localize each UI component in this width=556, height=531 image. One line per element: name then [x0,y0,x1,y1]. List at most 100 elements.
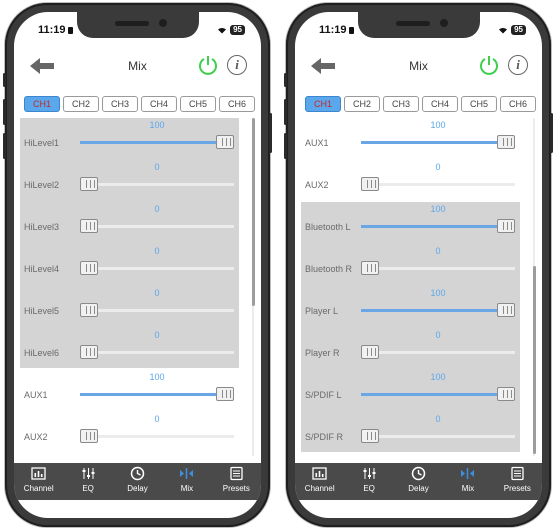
mute-switch [3,73,6,87]
status-time: 11:19 [38,24,73,36]
slider-thumb[interactable] [497,387,515,401]
tab-ch5[interactable]: CH5 [461,96,497,112]
level-value: 100 [149,120,165,130]
level-slider[interactable] [361,219,515,233]
nav-presets[interactable]: Presets [493,463,542,500]
nav-label: Channel [304,484,335,493]
input-label: HiLevel3 [24,222,60,232]
nav-delay[interactable]: Delay [394,463,443,500]
input-label: S/PDIF R [305,432,344,442]
tab-ch2[interactable]: CH2 [344,96,380,112]
mix-row-player-r: 0 Player R [301,328,520,370]
level-slider[interactable] [80,429,234,443]
mix-icon [443,466,492,481]
tab-ch3[interactable]: CH3 [102,96,138,112]
mute-switch [284,73,287,87]
nav-label: Presets [503,484,531,493]
level-value: 100 [430,120,446,130]
nav-delay[interactable]: Delay [113,463,162,500]
level-slider[interactable] [361,261,515,275]
nav-channel[interactable]: Channel [14,463,63,500]
delay-icon [113,466,162,481]
slider-thumb[interactable] [497,135,515,149]
nav-eq[interactable]: EQ [63,463,112,500]
level-slider[interactable] [361,303,515,317]
mix-row-bluetooth-l: 100 Bluetooth L [301,202,520,244]
info-button[interactable]: i [508,55,528,75]
slider-thumb[interactable] [361,345,379,359]
slider-thumb[interactable] [497,303,515,317]
input-label: Player L [305,306,339,316]
channel-tabs: CH1 CH2 CH3 CH4 CH5 CH6 [24,96,255,112]
tab-ch6[interactable]: CH6 [500,96,536,112]
slider-thumb[interactable] [497,219,515,233]
level-slider[interactable] [80,387,234,401]
tab-ch2[interactable]: CH2 [63,96,99,112]
level-slider[interactable] [361,387,515,401]
nav-label: EQ [82,484,94,493]
channel-tabs: CH1 CH2 CH3 CH4 CH5 CH6 [305,96,536,112]
mix-row-aux2: 0 AUX2 [301,160,520,202]
level-slider[interactable] [80,261,234,275]
tab-ch1[interactable]: CH1 [24,96,60,112]
nav-mix[interactable]: Mix [443,463,492,500]
level-slider[interactable] [361,135,515,149]
nav-label: Delay [408,484,429,493]
slider-thumb[interactable] [361,429,379,443]
mix-row-s-pdif-l: 100 S/PDIF L [301,370,520,412]
slider-thumb[interactable] [80,345,98,359]
delay-icon [394,466,443,481]
eq-icon [63,466,112,481]
eq-icon [344,466,393,481]
slider-thumb[interactable] [80,219,98,233]
power-button[interactable] [197,54,219,76]
slider-thumb[interactable] [80,177,98,191]
notch [357,12,480,38]
tab-ch3[interactable]: CH3 [383,96,419,112]
tab-ch5[interactable]: CH5 [180,96,216,112]
nav-label: Delay [127,484,148,493]
slider-thumb[interactable] [216,387,234,401]
slider-thumb[interactable] [216,135,234,149]
slider-thumb[interactable] [80,303,98,317]
slider-fill [80,393,225,396]
slider-thumb[interactable] [361,261,379,275]
mix-row-aux2: 0 AUX2 [20,412,239,454]
level-slider[interactable] [80,219,234,233]
nav-presets[interactable]: Presets [212,463,261,500]
level-slider[interactable] [80,303,234,317]
scrollbar-thumb[interactable] [252,118,255,306]
phone-frame: 11:19 95 Mix i CH1 CH2 CH3 CH4 CH5 CH6 100 HiL… [3,3,272,527]
tab-ch4[interactable]: CH4 [141,96,177,112]
header: Mix i [14,50,261,86]
tab-ch1[interactable]: CH1 [305,96,341,112]
mix-row-hilevel3: 0 HiLevel3 [20,202,239,244]
slider-fill [361,393,506,396]
level-slider[interactable] [80,345,234,359]
level-slider[interactable] [361,345,515,359]
nav-eq[interactable]: EQ [344,463,393,500]
mix-row-hilevel6: 0 HiLevel6 [20,328,239,370]
mix-row-hilevel2: 0 HiLevel2 [20,160,239,202]
nav-channel[interactable]: Channel [295,463,344,500]
info-button[interactable]: i [227,55,247,75]
slider-thumb[interactable] [80,261,98,275]
level-slider[interactable] [361,177,515,191]
level-slider[interactable] [80,135,234,149]
nav-mix[interactable]: Mix [162,463,211,500]
tab-ch4[interactable]: CH4 [422,96,458,112]
input-label: HiLevel2 [24,180,60,190]
mix-list: 100 AUX1 0 AUX2 100 Bluetooth L 0 Bluetooth R 10… [295,116,542,462]
mix-row-aux1: 100 AUX1 [20,370,239,412]
scrollbar-thumb[interactable] [533,266,536,454]
power-button[interactable] [478,54,500,76]
slider-thumb[interactable] [80,429,98,443]
level-slider[interactable] [80,177,234,191]
input-label: HiLevel4 [24,264,60,274]
tab-ch6[interactable]: CH6 [219,96,255,112]
nav-label: Presets [222,484,250,493]
slider-thumb[interactable] [361,177,379,191]
input-label: Bluetooth R [305,264,353,274]
level-slider[interactable] [361,429,515,443]
phone-frame: 11:19 95 Mix i CH1 CH2 CH3 CH4 CH5 CH6 100 AUX… [284,3,553,527]
